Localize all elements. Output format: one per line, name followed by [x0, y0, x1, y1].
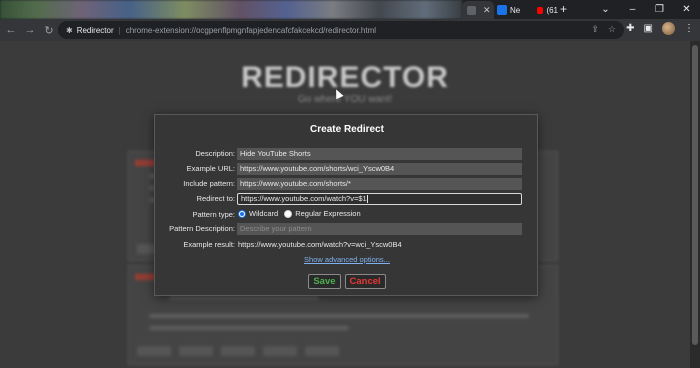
- window-controls: ⌄ – ❐ ✕: [592, 0, 700, 19]
- page-scrollbar[interactable]: [690, 41, 700, 368]
- toolbar-actions: ✚ ▣ ⋮: [626, 22, 694, 35]
- show-advanced-options-link[interactable]: Show advanced options...: [155, 255, 539, 264]
- pattern-type-row: Pattern type: Wildcard Regular Expressio…: [155, 209, 539, 222]
- description-input[interactable]: Hide YouTube Shorts: [237, 148, 522, 160]
- blurred-tabs: [0, 0, 462, 19]
- card-line: [169, 296, 319, 300]
- back-icon[interactable]: ←: [3, 24, 19, 36]
- menu-icon[interactable]: ⋮: [684, 23, 694, 34]
- chevron-down-icon[interactable]: ⌄: [592, 0, 619, 19]
- reload-icon[interactable]: ↻: [41, 24, 57, 37]
- tab-3-label: (61: [546, 5, 558, 15]
- tab-strip: ✕ Ne (61 + ⌄ – ❐ ✕: [0, 0, 700, 19]
- card-line: [149, 314, 529, 318]
- side-panel-icon[interactable]: ▣: [644, 23, 653, 34]
- redirect-to-label: Redirect to:: [196, 194, 235, 203]
- redirect-to-row: Redirect to: https://www.youtube.com/wat…: [155, 193, 539, 206]
- card-line: [149, 326, 349, 330]
- example-result-value: https://www.youtube.com/watch?v=wci_Yscw…: [238, 240, 402, 249]
- text-caret: [366, 195, 368, 204]
- browser-toolbar: ← → ↻ ✱ Redirector | chrome-extension://…: [0, 19, 700, 41]
- redirector-tab-icon: [467, 5, 476, 15]
- regex-option[interactable]: Regular Expression: [284, 209, 361, 219]
- new-tab-icon[interactable]: +: [560, 2, 567, 16]
- puzzle-icon: ✱: [66, 25, 73, 35]
- page-title: REDIRECTOR: [241, 61, 449, 94]
- pattern-description-label: Pattern Description:: [169, 224, 235, 233]
- card-buttons: [137, 346, 339, 356]
- url-text: chrome-extension://ocgpenflpmgnfapjedenc…: [125, 25, 377, 35]
- redirect-to-value: https://www.youtube.com/watch?v=$1: [241, 194, 367, 203]
- tab-3[interactable]: (61: [534, 1, 558, 19]
- tab-2[interactable]: Ne: [494, 1, 534, 19]
- wildcard-option[interactable]: Wildcard: [238, 209, 279, 219]
- share-icon[interactable]: ⇪: [591, 24, 599, 35]
- example-result-label: Example result:: [183, 240, 235, 249]
- include-pattern-input[interactable]: https://www.youtube.com/shorts/*: [237, 178, 522, 190]
- youtube-tab-icon: [537, 6, 544, 14]
- omnibox-actions: ⇪ ☆: [591, 24, 616, 35]
- close-tab-icon[interactable]: ✕: [483, 5, 491, 16]
- pattern-description-input[interactable]: Describe your pattern: [237, 223, 522, 235]
- scrollbar-thumb[interactable]: [692, 45, 698, 345]
- wildcard-label: Wildcard: [249, 209, 279, 218]
- page-subtitle: Go where YOU want!: [297, 94, 393, 105]
- tab-active[interactable]: ✕: [462, 1, 494, 19]
- tab-2-label: Ne: [510, 5, 521, 15]
- address-bar[interactable]: ✱ Redirector | chrome-extension://ocgpen…: [58, 21, 624, 39]
- description-label: Description:: [195, 149, 235, 158]
- address-separator: |: [118, 25, 121, 35]
- regex-label: Regular Expression: [295, 209, 361, 218]
- pattern-type-options: Wildcard Regular Expression: [238, 209, 361, 219]
- dialog-title: Create Redirect: [310, 124, 384, 135]
- dialog-buttons: Save Cancel: [155, 274, 539, 289]
- extension-name: Redirector: [76, 25, 114, 35]
- description-row: Description: Hide YouTube Shorts: [155, 148, 539, 161]
- pattern-description-row: Pattern Description: Describe your patte…: [155, 223, 539, 236]
- example-result-row: Example result: https://www.youtube.com/…: [155, 239, 539, 252]
- include-pattern-label: Include pattern:: [183, 179, 235, 188]
- regex-radio[interactable]: [284, 210, 293, 219]
- example-url-input[interactable]: https://www.youtube.com/shorts/wci_Yscw0…: [237, 163, 522, 175]
- example-url-row: Example URL: https://www.youtube.com/sho…: [155, 163, 539, 176]
- tab-2-favicon: [497, 5, 507, 15]
- pattern-type-label: Pattern type:: [192, 210, 235, 219]
- example-url-label: Example URL:: [186, 164, 235, 173]
- cancel-button[interactable]: Cancel: [344, 274, 386, 289]
- forward-icon[interactable]: →: [22, 24, 38, 36]
- avatar[interactable]: [662, 22, 675, 35]
- extensions-icon[interactable]: ✚: [626, 23, 634, 34]
- include-pattern-row: Include pattern: https://www.youtube.com…: [155, 178, 539, 191]
- minimize-icon[interactable]: –: [619, 0, 646, 19]
- wildcard-radio[interactable]: [238, 210, 246, 219]
- browser-window: ✕ Ne (61 + ⌄ – ❐ ✕ ← → ↻ ✱ Redirector | …: [0, 0, 700, 368]
- restore-icon[interactable]: ❐: [646, 0, 673, 19]
- create-redirect-dialog: Create Redirect Description: Hide YouTub…: [154, 114, 538, 296]
- bookmark-star-icon[interactable]: ☆: [608, 24, 616, 35]
- save-button[interactable]: Save: [308, 274, 341, 289]
- close-window-icon[interactable]: ✕: [673, 0, 700, 19]
- redirect-to-input[interactable]: https://www.youtube.com/watch?v=$1: [237, 193, 522, 205]
